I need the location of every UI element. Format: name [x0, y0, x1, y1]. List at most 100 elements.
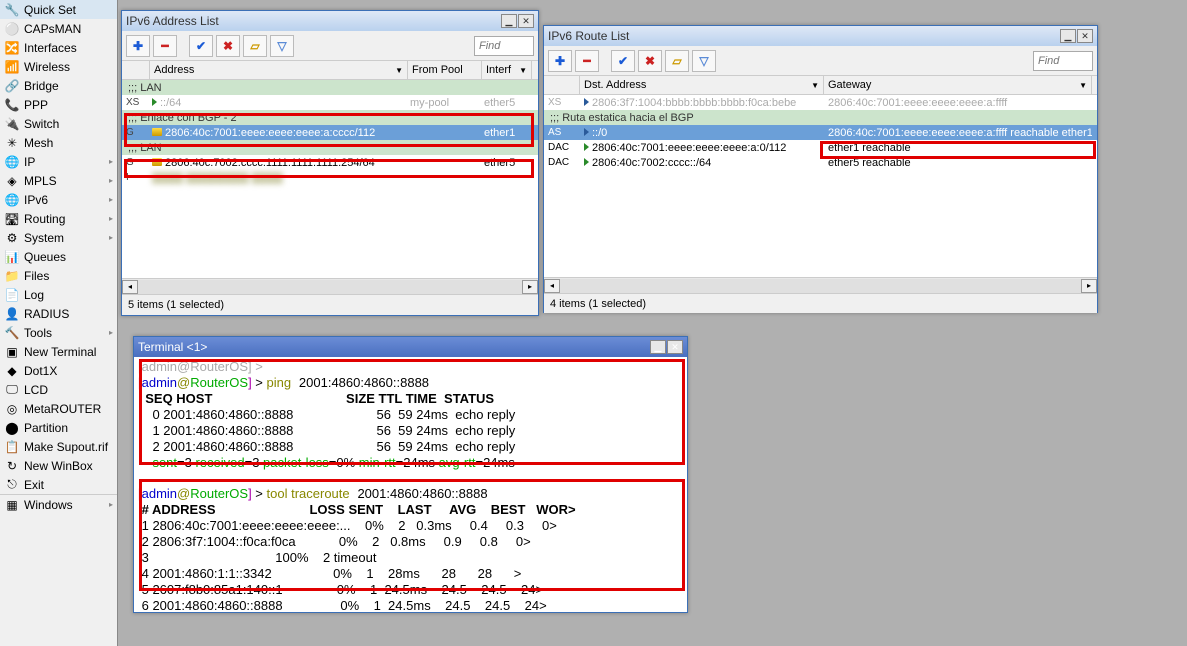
- col-interface[interactable]: Interf▼: [482, 61, 532, 79]
- route-row[interactable]: AS::/02806:40c:7001:eeee:eeee:eeee:a:fff…: [544, 125, 1097, 140]
- menu-icon: 👤: [4, 306, 20, 322]
- minimize-button[interactable]: ▁: [501, 14, 517, 28]
- sidebar-item-ipv6[interactable]: 🌐IPv6: [0, 190, 117, 209]
- sidebar-item-label: Wireless: [24, 60, 70, 74]
- close-button[interactable]: ✕: [1077, 29, 1093, 43]
- route-row[interactable]: XS2806:3f7:1004:bbbb:bbbb:bbbb:f0ca:bebe…: [544, 95, 1097, 110]
- menu-icon: 🌐: [4, 154, 20, 170]
- sidebar-item-switch[interactable]: 🔌Switch: [0, 114, 117, 133]
- sidebar: 🔧 Quick Set ⚪CAPsMAN🔀Interfaces 📶 Wireless 🔗B…: [0, 0, 118, 646]
- sidebar-item-dot1x[interactable]: ◆Dot1X: [0, 361, 117, 380]
- close-button[interactable]: ✕: [667, 340, 683, 354]
- address-rows: ;;; LANXS::/64my-poolether5;;; Enlace co…: [122, 80, 538, 278]
- h-scrollbar[interactable]: ◂ ▸: [544, 277, 1097, 293]
- menu-icon: ◈: [4, 173, 20, 189]
- sidebar-item-system[interactable]: ⚙System: [0, 228, 117, 247]
- titlebar[interactable]: Terminal <1> ▁ ✕: [134, 337, 687, 357]
- filter-button[interactable]: ▽: [692, 50, 716, 72]
- remove-button[interactable]: ━: [575, 50, 599, 72]
- sidebar-item-ppp[interactable]: 📞PPP: [0, 95, 117, 114]
- sidebar-item-bridge[interactable]: 🔗Bridge: [0, 76, 117, 95]
- sidebar-item-wireless[interactable]: 📶 Wireless: [0, 57, 117, 76]
- sidebar-item-queues[interactable]: 📊Queues: [0, 247, 117, 266]
- titlebar[interactable]: IPv6 Address List ▁ ✕: [122, 11, 538, 31]
- sidebar-item-make-supout-rif[interactable]: 📋Make Supout.rif: [0, 437, 117, 456]
- comment-row[interactable]: ;;; Enlace con BGP - 2: [122, 110, 538, 125]
- col-address[interactable]: Address▼: [150, 61, 408, 79]
- scroll-left-button[interactable]: ◂: [544, 279, 560, 293]
- sidebar-item-label: Mesh: [24, 136, 53, 150]
- sidebar-item-exit[interactable]: ⎋Exit: [0, 475, 117, 494]
- sidebar-item-mpls[interactable]: ◈MPLS: [0, 171, 117, 190]
- sidebar-item-partition[interactable]: ⬤Partition: [0, 418, 117, 437]
- col-dst-address[interactable]: Dst. Address▼: [580, 76, 824, 94]
- sidebar-item-new-winbox[interactable]: ↻ New WinBox: [0, 456, 117, 475]
- sidebar-item-quick-set[interactable]: 🔧 Quick Set: [0, 0, 117, 19]
- filter-button[interactable]: ▽: [270, 35, 294, 57]
- scroll-right-button[interactable]: ▸: [1081, 279, 1097, 293]
- enable-button[interactable]: ✔: [189, 35, 213, 57]
- address-row[interactable]: G2806:40c:7002:cccc:1111:1111:1111:254/6…: [122, 155, 538, 170]
- menu-icon: ◆: [4, 363, 20, 379]
- route-row[interactable]: DAC2806:40c:7002:cccc::/64ether5 reachab…: [544, 155, 1097, 170]
- comment-row[interactable]: ;;; LAN: [122, 80, 538, 95]
- comment-button[interactable]: ▱: [665, 50, 689, 72]
- sidebar-item-metarouter[interactable]: ◎MetaROUTER: [0, 399, 117, 418]
- minimize-button[interactable]: ▁: [650, 340, 666, 354]
- minimize-button[interactable]: ▁: [1060, 29, 1076, 43]
- enable-button[interactable]: ✔: [611, 50, 635, 72]
- menu-icon: ↻: [4, 458, 20, 474]
- h-scrollbar[interactable]: ◂ ▸: [122, 278, 538, 294]
- address-row[interactable]: G2806:40c:7001:eeee:eeee:eeee:a:cccc/112…: [122, 125, 538, 140]
- sidebar-item-label: Files: [24, 269, 49, 283]
- menu-icon: 📶: [4, 59, 20, 75]
- sidebar-item-label: RADIUS: [24, 307, 69, 321]
- add-button[interactable]: ✚: [126, 35, 150, 57]
- sidebar-item-label: Routing: [24, 212, 65, 226]
- sidebar-item-label: Partition: [24, 421, 68, 435]
- comment-button[interactable]: ▱: [243, 35, 267, 57]
- address-row[interactable]: I████ ████████ ████: [122, 170, 538, 185]
- sidebar-item-interfaces[interactable]: 🔀Interfaces: [0, 38, 117, 57]
- windows-icon: ▦: [4, 497, 20, 513]
- sidebar-item-lcd[interactable]: 🖵LCD: [0, 380, 117, 399]
- scroll-right-button[interactable]: ▸: [522, 280, 538, 294]
- close-button[interactable]: ✕: [518, 14, 534, 28]
- sidebar-item-mesh[interactable]: ✳Mesh: [0, 133, 117, 152]
- statusbar: 5 items (1 selected): [122, 294, 538, 314]
- ipv6-route-list-window: IPv6 Route List ▁ ✕ ✚ ━ ✔ ✖ ▱ ▽ Dst. Add…: [543, 25, 1098, 313]
- disable-button[interactable]: ✖: [638, 50, 662, 72]
- disable-button[interactable]: ✖: [216, 35, 240, 57]
- sidebar-item-label: Quick Set: [24, 3, 76, 17]
- sidebar-item-label: MetaROUTER: [24, 402, 101, 416]
- sidebar-item-ip[interactable]: 🌐IP: [0, 152, 117, 171]
- titlebar[interactable]: IPv6 Route List ▁ ✕: [544, 26, 1097, 46]
- find-input[interactable]: [1033, 51, 1093, 71]
- sidebar-item-files[interactable]: 📁Files: [0, 266, 117, 285]
- route-row[interactable]: DAC2806:40c:7001:eeee:eeee:eeee:a:0/112e…: [544, 140, 1097, 155]
- sidebar-item-label: Switch: [24, 117, 59, 131]
- find-input[interactable]: [474, 36, 534, 56]
- sidebar-item-label: Queues: [24, 250, 66, 264]
- menu-icon: 🖵: [4, 382, 20, 398]
- scroll-left-button[interactable]: ◂: [122, 280, 138, 294]
- terminal-output[interactable]: [admin@RouterOS] > [admin@RouterOS] > pi…: [134, 357, 687, 612]
- add-button[interactable]: ✚: [548, 50, 572, 72]
- sidebar-item-new-terminal[interactable]: ▣New Terminal: [0, 342, 117, 361]
- col-frompool[interactable]: From Pool: [408, 61, 482, 79]
- menu-icon: 🔧: [4, 2, 20, 18]
- sidebar-item-routing[interactable]: 🛣Routing: [0, 209, 117, 228]
- sidebar-item-label: New WinBox: [24, 459, 93, 473]
- comment-row[interactable]: ;;; LAN: [122, 140, 538, 155]
- sidebar-item-radius[interactable]: 👤 RADIUS: [0, 304, 117, 323]
- col-gateway[interactable]: Gateway▼: [824, 76, 1092, 94]
- sidebar-item-windows[interactable]: ▦ Windows ▸: [0, 495, 117, 514]
- sidebar-item-tools[interactable]: 🔨Tools: [0, 323, 117, 342]
- comment-row[interactable]: ;;; Ruta estatica hacia el BGP: [544, 110, 1097, 125]
- remove-button[interactable]: ━: [153, 35, 177, 57]
- sidebar-item-capsman[interactable]: ⚪CAPsMAN: [0, 19, 117, 38]
- sidebar-item-log[interactable]: 📄Log: [0, 285, 117, 304]
- menu-icon: 🌐: [4, 192, 20, 208]
- address-row[interactable]: XS::/64my-poolether5: [122, 95, 538, 110]
- menu-icon: ⎋: [4, 477, 20, 493]
